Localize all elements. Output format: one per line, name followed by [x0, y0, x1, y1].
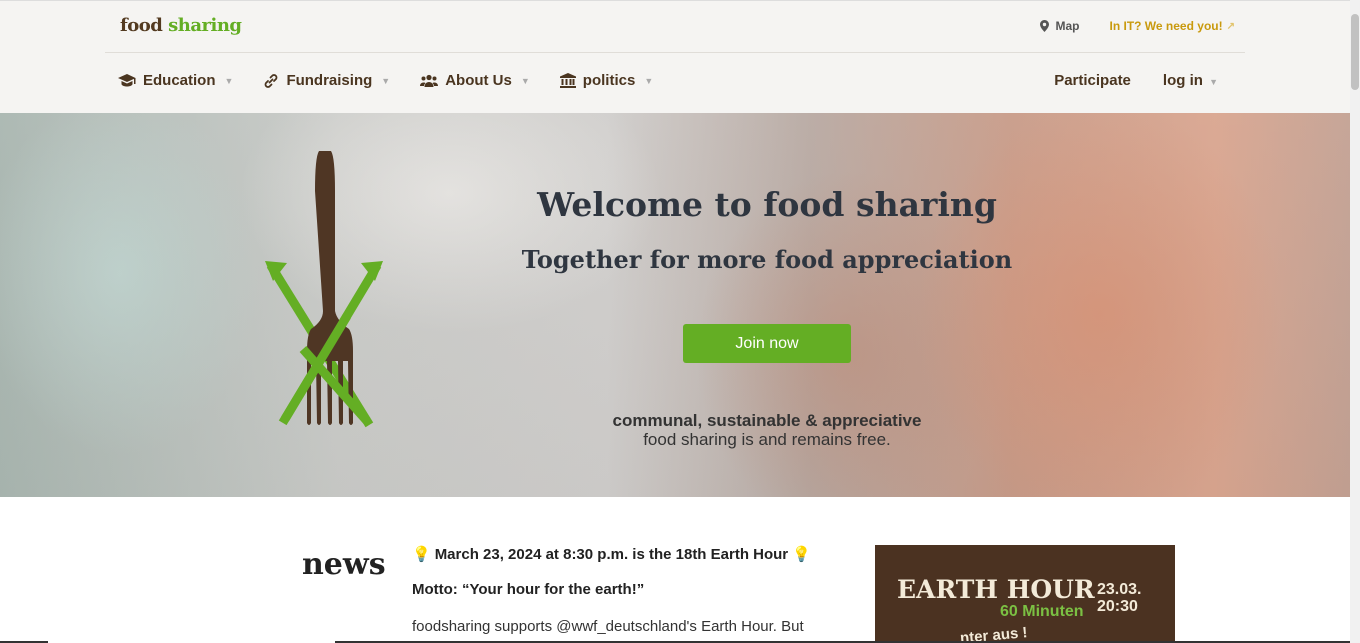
login-dropdown[interactable]: log in ▼: [1163, 72, 1218, 89]
chevron-down-icon: ▼: [644, 75, 654, 86]
earth-hour-title: EARTH HOUR: [897, 575, 1095, 604]
page-scrollbar[interactable]: [1350, 0, 1360, 643]
it-recruit-link[interactable]: In IT? We need you! ↗: [1109, 19, 1235, 33]
landmark-icon: [559, 73, 576, 88]
login-label: log in: [1162, 72, 1203, 89]
nav-label-education: Education: [143, 72, 216, 89]
nav-item-fundraising[interactable]: Fundraising ▼: [263, 72, 390, 89]
nav-label-about-us: About Us: [445, 72, 512, 89]
top-links: Map In IT? We need you! ↗: [1040, 19, 1235, 33]
site-logo[interactable]: food sharing: [120, 15, 242, 36]
post-title-text: March 23, 2024 at 8:30 p.m. is the 18th …: [434, 545, 789, 563]
main-nav: Education ▼ Fundraising ▼ About Us ▼ pol…: [118, 72, 653, 89]
participate-link[interactable]: Participate: [1054, 72, 1131, 89]
scrollbar-thumb[interactable]: [1351, 14, 1359, 90]
map-pin-icon: [1040, 20, 1050, 32]
news-body: foodsharing supports @wwf_deutschland's …: [412, 618, 808, 643]
earth-hour-image[interactable]: EARTH HOUR 23.03. 20:30 60 Minuten nter …: [875, 545, 1175, 643]
it-label: In IT? We need you!: [1109, 19, 1223, 33]
hero-tagline: food sharing is and remains free.: [643, 430, 891, 449]
link-icon: [265, 73, 278, 88]
users-icon: [420, 74, 439, 87]
chevron-down-icon: ▼: [381, 75, 391, 86]
hero-title: Welcome to food sharing: [537, 185, 997, 224]
earth-hour-date: 23.03.: [1097, 581, 1142, 598]
header-divider: [105, 52, 1245, 53]
map-label: Map: [1055, 19, 1080, 33]
nav-item-about-us[interactable]: About Us ▼: [420, 72, 530, 89]
map-link[interactable]: Map: [1040, 19, 1079, 33]
join-now-button[interactable]: Join now: [683, 324, 851, 363]
nav-label-fundraising: Fundraising: [286, 72, 373, 89]
lightbulb-icon: 💡: [412, 546, 431, 563]
hero-tagline-bold: communal, sustainable & appreciative: [612, 411, 922, 430]
nav-item-politics[interactable]: politics ▼: [559, 72, 654, 89]
nav-item-education[interactable]: Education ▼: [118, 72, 233, 89]
chevron-down-icon: ▼: [224, 75, 234, 86]
logo-food: food: [120, 15, 163, 36]
logo-sharing: sharing: [168, 15, 242, 36]
news-motto: Motto: “Your hour for the earth!”: [412, 581, 645, 598]
chevron-down-icon: ▼: [1209, 77, 1218, 87]
news-heading: news: [302, 547, 386, 582]
lightbulb-icon: 💡: [792, 546, 811, 563]
hero-subtitle: Together for more food appreciation: [521, 245, 1013, 274]
external-link-icon: ↗: [1226, 20, 1235, 32]
earth-hour-datetime: 23.03. 20:30: [1097, 581, 1141, 615]
graduation-cap-icon: [118, 74, 136, 87]
account-nav: Participate log in ▼: [1054, 72, 1218, 89]
earth-hour-minutes: 60 Minuten: [1000, 603, 1084, 620]
chevron-down-icon: ▼: [520, 75, 530, 86]
hero-banner: Welcome to food sharing Together for mor…: [0, 113, 1350, 497]
nav-label-politics: politics: [582, 72, 636, 89]
earth-hour-time: 20:30: [1097, 598, 1138, 615]
site-header: food sharing Map In IT? We need you! ↗ E…: [0, 0, 1350, 113]
news-post-title[interactable]: 💡 March 23, 2024 at 8:30 p.m. is the 18t…: [412, 545, 811, 564]
